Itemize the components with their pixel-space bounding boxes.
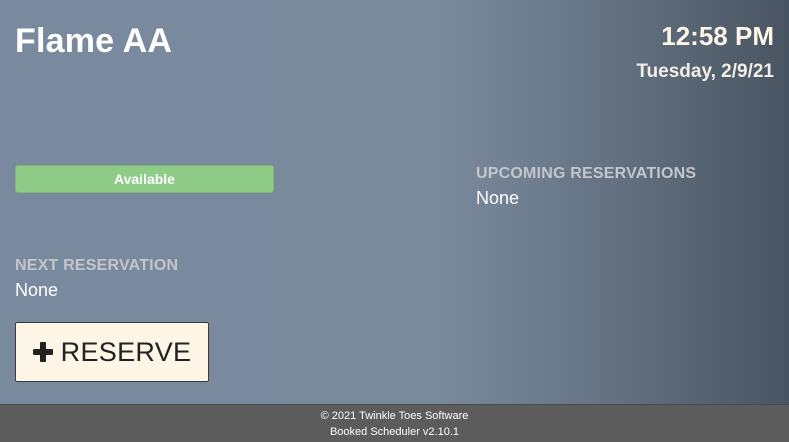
upcoming-reservations-heading: UPCOMING RESERVATIONS [476, 165, 697, 182]
room-name: Flame AA [15, 22, 173, 60]
status-badge: Available [15, 165, 274, 193]
next-reservation-value: None [15, 280, 59, 300]
reserve-button[interactable]: RESERVE [15, 322, 209, 382]
current-date: Tuesday, 2/9/21 [636, 61, 774, 82]
current-time: 12:58 PM [661, 21, 774, 51]
upcoming-reservations-value: None [476, 188, 520, 208]
footer-version: Booked Scheduler v2.10.1 [329, 426, 460, 438]
reserve-button-label: RESERVE [60, 336, 192, 367]
footer-copyright: © 2021 Twinkle Toes Software [320, 410, 469, 422]
footer: © 2021 Twinkle Toes Software Booked Sche… [0, 404, 789, 442]
next-reservation-heading: NEXT RESERVATION [15, 257, 179, 274]
plus-icon [32, 342, 53, 362]
